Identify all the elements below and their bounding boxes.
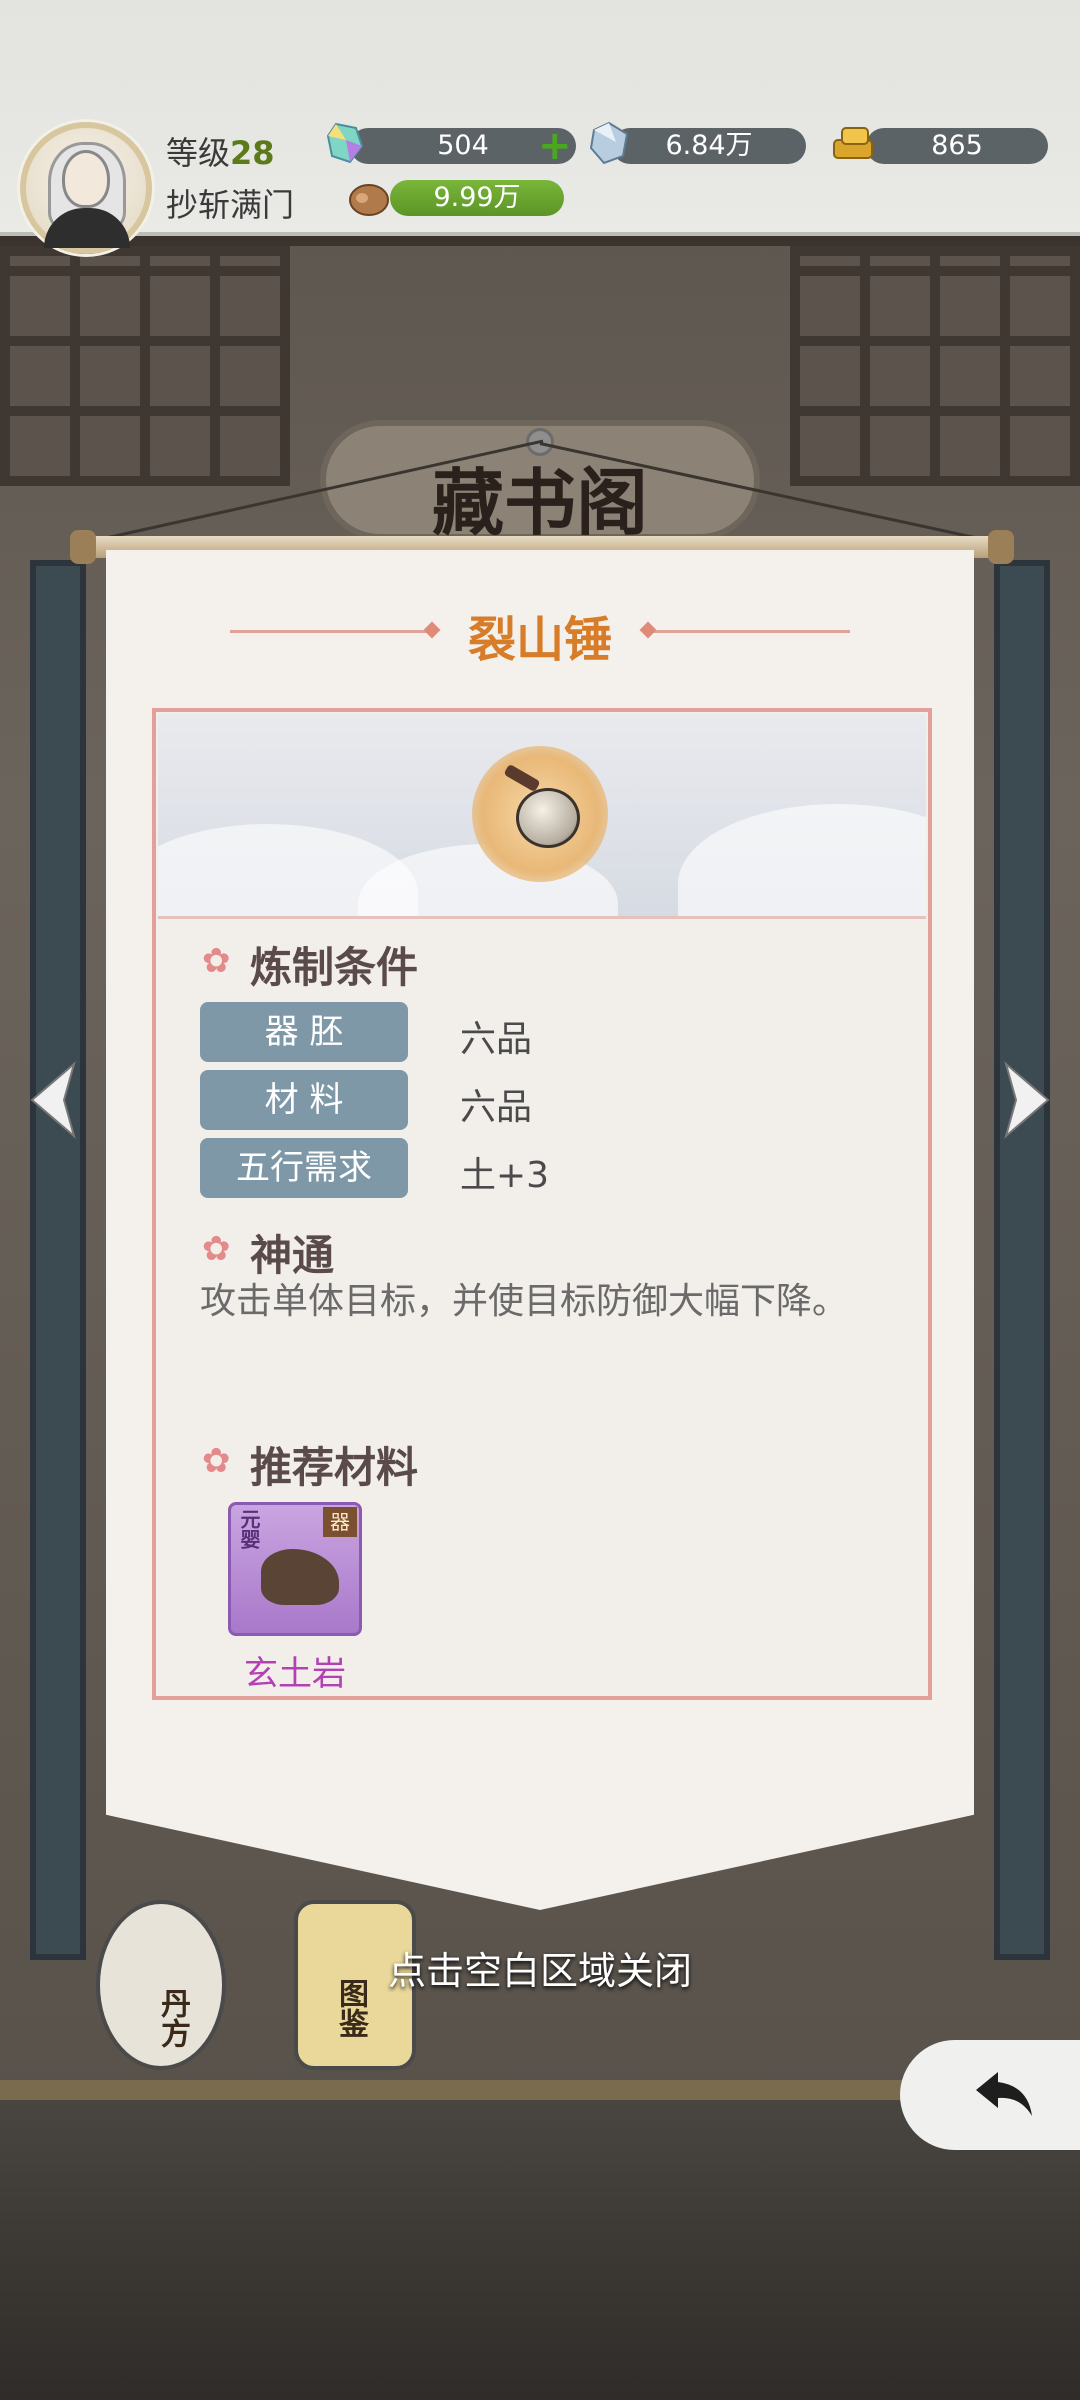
- wood-icon: [349, 184, 389, 216]
- top-hud: 等级28 抄斩满门 504 + 6.84万 865 9.99万: [0, 0, 1080, 254]
- req-tag-elements: 五行需求: [200, 1138, 408, 1198]
- avatar-face: [62, 150, 110, 208]
- level-display: 等级28: [166, 128, 275, 174]
- ice-gem-counter: 6.84万: [612, 128, 806, 164]
- close-hint: 点击空白区域关闭: [387, 1949, 692, 1993]
- pillar-left: [30, 560, 86, 1960]
- lattice-window-left: [0, 246, 290, 486]
- req-value-material: 六品: [460, 1087, 533, 1128]
- rod-end-right: [988, 530, 1014, 564]
- floor: [0, 2100, 1080, 2400]
- crystal-icon: [326, 122, 364, 164]
- add-crystal-icon[interactable]: +: [538, 126, 572, 166]
- return-button[interactable]: [900, 2040, 1080, 2150]
- title-ornament-right: [650, 630, 850, 633]
- ice-gem-icon: [589, 121, 629, 165]
- wood-value: 9.99万: [433, 182, 521, 213]
- flower-icon: ✿: [202, 1441, 231, 1481]
- level-value: 28: [230, 134, 275, 172]
- next-arrow-icon[interactable]: [996, 1060, 1056, 1140]
- gold-icon: [833, 127, 873, 159]
- wood-counter: 9.99万: [390, 180, 564, 216]
- ability-description: 攻击单体目标，并使目标防御大幅下降。: [200, 1281, 849, 1322]
- hammer-icon: [516, 788, 580, 848]
- player-name: 抄斩满门: [166, 186, 295, 224]
- beam: [0, 236, 1080, 246]
- lattice-window-right: [790, 246, 1080, 486]
- crafting-heading: 炼制条件: [250, 943, 419, 992]
- npc-label-recipes: 丹方: [155, 1988, 190, 2048]
- gold-counter: 865: [866, 128, 1048, 164]
- flower-icon: ✿: [202, 1229, 231, 1269]
- mountain: [678, 804, 926, 918]
- gold-value: 865: [931, 130, 983, 161]
- return-arrow-icon: [976, 2072, 1032, 2116]
- prev-arrow-icon[interactable]: [24, 1060, 84, 1140]
- banner-divider: [158, 916, 926, 919]
- ability-heading: 神通: [250, 1231, 335, 1280]
- req-tag-material: 材 料: [200, 1070, 408, 1130]
- rod-end-left: [70, 530, 96, 564]
- flower-icon: ✿: [202, 941, 231, 981]
- req-tag-blank: 器 胚: [200, 1002, 408, 1062]
- title-ornament-left: [230, 630, 430, 633]
- req-value-elements: 土+3: [460, 1155, 550, 1196]
- avatar[interactable]: [20, 122, 152, 254]
- material-rank-tag: 元婴: [237, 1509, 261, 1549]
- level-label: 等级: [166, 134, 231, 172]
- rock-icon: [261, 1549, 339, 1605]
- req-value-blank: 六品: [460, 1019, 533, 1060]
- hall-sign: 藏书阁: [431, 460, 648, 545]
- material-type-badge: 器: [323, 1507, 357, 1537]
- recommended-heading: 推荐材料: [250, 1443, 419, 1492]
- pillar-right: [994, 560, 1050, 1960]
- material-card[interactable]: 元婴 器: [228, 1502, 362, 1636]
- material-name[interactable]: 玄土岩: [228, 1646, 362, 1695]
- crystal-value: 504: [437, 130, 489, 161]
- ice-gem-value: 6.84万: [665, 130, 753, 161]
- item-title: 裂山锤: [467, 612, 612, 668]
